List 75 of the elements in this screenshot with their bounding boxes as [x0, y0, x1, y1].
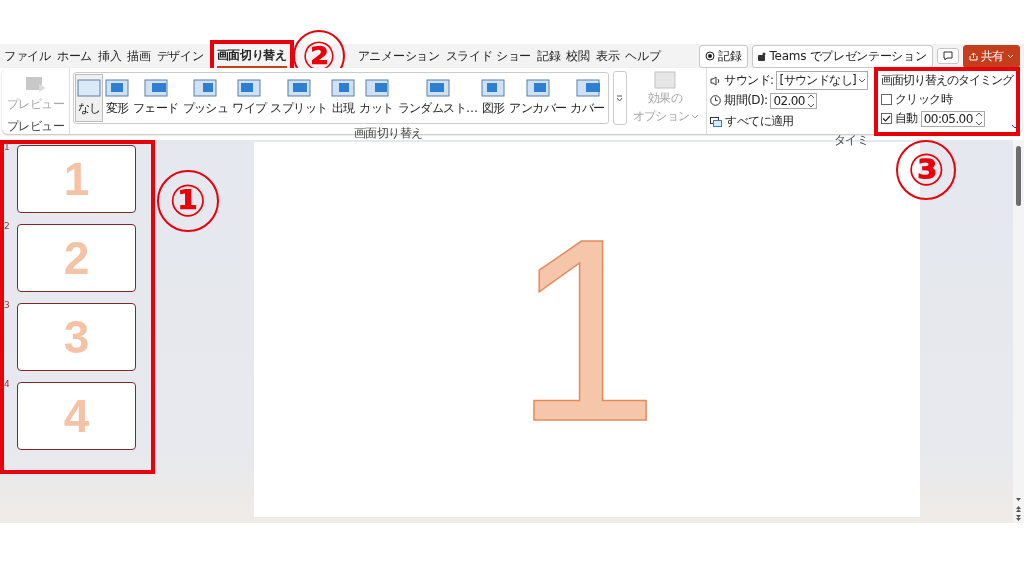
caret-icon — [859, 78, 865, 83]
spinner-arrows-icon[interactable] — [975, 111, 982, 126]
transition-option[interactable]: ランダムスト… — [395, 74, 480, 122]
record-icon — [705, 51, 716, 61]
clock-icon — [710, 95, 722, 106]
spinner-arrows-icon[interactable] — [807, 93, 814, 108]
timing-title: 画面切り替えのタイミング — [881, 72, 1013, 89]
transition-icon — [143, 79, 168, 97]
teams-button[interactable]: Teams でプレゼンテーション — [751, 44, 933, 68]
transition-icon — [77, 79, 101, 97]
slide-number: 2 — [4, 221, 11, 231]
collapse-ribbon-icon[interactable] — [1011, 124, 1019, 129]
ribbon-tab[interactable]: ファイル — [4, 45, 51, 67]
transition-option[interactable]: ワイプ — [230, 74, 269, 122]
transition-icon — [286, 79, 311, 97]
duration-label: 期間(D): — [724, 92, 768, 109]
slide-number: 1 — [4, 142, 11, 152]
transition-option[interactable]: 変形 — [103, 74, 131, 122]
record-button[interactable]: 記録 — [699, 44, 748, 68]
effect-options-icon — [654, 71, 677, 89]
caret-icon — [1007, 53, 1014, 59]
speaker-icon — [710, 75, 722, 86]
ribbon-tab[interactable]: スライド ショー — [445, 45, 532, 67]
ribbon-tab[interactable]: 記録 — [537, 45, 561, 67]
transition-icon — [105, 79, 129, 97]
scrollbar[interactable] — [1013, 140, 1024, 523]
transition-option[interactable]: なし — [75, 74, 103, 122]
transition-option[interactable]: アンカバー — [507, 74, 569, 122]
sound-dropdown[interactable]: [サウンドなし] — [776, 71, 868, 90]
comment-icon — [942, 51, 953, 61]
checkbox-label: クリック時 — [895, 91, 952, 108]
transition-icon — [331, 79, 356, 97]
teams-icon — [757, 51, 767, 61]
comment-button[interactable] — [936, 48, 959, 64]
transition-icon — [193, 79, 218, 97]
preview-icon — [24, 76, 47, 94]
transition-option[interactable]: フェード — [131, 74, 181, 122]
transition-icon — [481, 79, 506, 97]
transition-icon — [575, 79, 600, 97]
transition-icon — [425, 79, 450, 97]
slide-number: 3 — [4, 300, 11, 310]
transition-option[interactable]: プッシュ — [180, 74, 231, 122]
transition-option[interactable]: カバー — [568, 74, 607, 122]
transition-icon — [237, 79, 262, 97]
apply-all-icon — [710, 116, 723, 127]
transition-icon — [364, 79, 389, 97]
ribbon-tab[interactable]: 表示 — [595, 45, 620, 67]
ribbon-tab[interactable]: アニメーション — [357, 45, 440, 67]
group-label: 画面切り替え — [353, 125, 424, 142]
more-icon — [616, 94, 624, 102]
annotation-number: ① — [157, 170, 219, 232]
share-button[interactable]: 共有 — [962, 44, 1020, 68]
checkbox-label: 自動 — [895, 110, 918, 127]
ribbon-tab[interactable]: 挿入 — [97, 45, 122, 67]
ribbon-tab[interactable]: デザイン — [156, 45, 204, 67]
duration-field[interactable]: 02.00 — [770, 92, 817, 109]
ribbon-tab[interactable]: ヘルプ — [625, 45, 661, 67]
group-label: プレビュー — [6, 118, 65, 135]
transition-option[interactable]: 図形 — [479, 74, 508, 122]
time-field[interactable]: 00:05.00 — [920, 110, 985, 127]
sound-label: サウンド: — [724, 72, 774, 89]
transition-icon — [525, 79, 550, 97]
checkbox[interactable] — [881, 113, 892, 124]
ribbon-tab[interactable]: 校閲 — [566, 45, 590, 67]
checkbox[interactable] — [881, 94, 892, 105]
slide-number: 4 — [4, 379, 11, 389]
ribbon-tab[interactable]: ホーム — [56, 45, 92, 67]
transition-option[interactable]: カット — [357, 74, 396, 122]
share-icon — [968, 51, 978, 61]
slide-text: 1 — [514, 199, 659, 460]
apply-all-button[interactable]: すべてに適用 — [710, 111, 868, 132]
group-label: タイミ — [832, 132, 868, 149]
scroll-arrows-icon — [1015, 497, 1022, 523]
caret-icon — [691, 114, 698, 119]
ribbon-tab[interactable]: 描画 — [127, 45, 151, 67]
